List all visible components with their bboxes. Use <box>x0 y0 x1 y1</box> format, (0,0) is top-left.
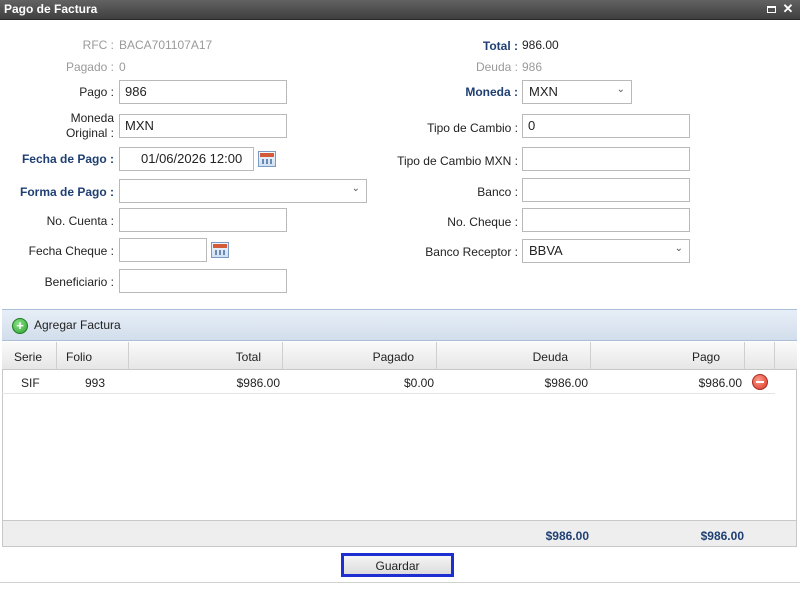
beneficiario-label: Beneficiario : <box>44 275 114 289</box>
fecha-cheque-input[interactable] <box>119 238 207 262</box>
column-header-deuda[interactable]: Deuda <box>437 342 591 370</box>
save-button[interactable]: Guardar <box>341 553 454 577</box>
no-cheque-label: No. Cheque : <box>447 215 518 229</box>
invoice-panel-toolbar: + Agregar Factura <box>2 309 797 341</box>
column-header-folio[interactable]: Folio <box>57 342 129 370</box>
bottom-divider <box>0 582 800 583</box>
pago-label: Pago : <box>79 85 114 99</box>
window-titlebar: Pago de Factura ✕ <box>0 0 800 20</box>
fecha-cheque-label: Fecha Cheque : <box>28 244 114 258</box>
total-label: Total : <box>482 39 518 53</box>
forma-pago-select[interactable]: ⌄ <box>119 179 367 203</box>
banco-receptor-select[interactable]: BBVA ⌄ <box>522 239 690 263</box>
row-total: $986.00 <box>236 376 280 390</box>
column-header-pagado[interactable]: Pagado <box>283 342 437 370</box>
rfc-value: BACA701107A17 <box>119 38 213 52</box>
remove-circle-icon[interactable] <box>752 374 768 390</box>
chevron-down-icon: ⌄ <box>674 243 683 254</box>
add-invoice-label: Agregar Factura <box>34 318 121 332</box>
no-cheque-input[interactable] <box>522 208 690 232</box>
no-cuenta-input[interactable] <box>119 208 287 232</box>
calendar-icon[interactable] <box>258 151 276 167</box>
moneda-original-label: Moneda Original : <box>40 111 114 141</box>
banco-label: Banco : <box>477 185 518 199</box>
moneda-select[interactable]: MXN ⌄ <box>522 80 632 104</box>
tipo-cambio-mxn-input[interactable] <box>522 147 690 171</box>
pagado-label: Pagado : <box>65 60 114 74</box>
calendar-icon[interactable] <box>211 242 229 258</box>
deuda-value: 986 <box>522 60 543 74</box>
chevron-down-icon: ⌄ <box>351 183 360 194</box>
fecha-pago-input[interactable]: 01/06/2026 12:00 <box>119 147 254 171</box>
fecha-pago-label: Fecha de Pago : <box>21 152 114 166</box>
row-divider <box>2 393 775 394</box>
column-header-actions <box>745 342 775 370</box>
footer-pago-total: $986.00 <box>700 529 744 543</box>
banco-receptor-label: Banco Receptor : <box>425 245 518 259</box>
total-value: 986.00 <box>522 38 559 52</box>
moneda-original-label-line2: Original : <box>65 126 114 140</box>
tipo-cambio-input[interactable]: 0 <box>522 114 690 138</box>
moneda-label: Moneda : <box>465 85 518 99</box>
forma-pago-label: Forma de Pago : <box>19 185 114 199</box>
column-header-pago[interactable]: Pago <box>591 342 745 370</box>
column-header-total[interactable]: Total <box>129 342 283 370</box>
pagado-value: 0 <box>119 60 126 74</box>
pago-input[interactable]: 986 <box>119 80 287 104</box>
restore-icon[interactable] <box>764 1 778 16</box>
chevron-down-icon: ⌄ <box>616 84 625 95</box>
column-header-serie[interactable]: Serie <box>2 342 57 370</box>
row-deuda: $986.00 <box>544 376 588 390</box>
rfc-label: RFC : <box>82 38 114 52</box>
no-cuenta-label: No. Cuenta : <box>46 214 114 228</box>
tipo-cambio-mxn-label: Tipo de Cambio MXN : <box>397 154 518 168</box>
row-folio: 993 <box>85 376 106 390</box>
footer-deuda-total: $986.00 <box>545 529 589 543</box>
banco-receptor-value: BBVA <box>529 243 563 258</box>
row-pagado: $0.00 <box>403 376 434 390</box>
moneda-original-input[interactable]: MXN <box>119 114 287 138</box>
row-pago: $986.00 <box>698 376 742 390</box>
deuda-label: Deuda : <box>475 60 518 74</box>
row-serie: SIF <box>21 376 40 390</box>
add-circle-icon: + <box>12 318 28 334</box>
window-title: Pago de Factura <box>4 2 98 16</box>
beneficiario-input[interactable] <box>119 269 287 293</box>
moneda-original-label-line1: Moneda <box>70 111 114 125</box>
tipo-cambio-label: Tipo de Cambio : <box>427 121 518 135</box>
banco-input[interactable] <box>522 178 690 202</box>
invoice-grid-footer: $986.00 $986.00 <box>2 520 797 547</box>
close-icon[interactable]: ✕ <box>781 1 795 17</box>
moneda-value: MXN <box>529 84 558 99</box>
invoice-grid-header: Serie Folio Total Pagado Deuda Pago <box>2 342 797 370</box>
